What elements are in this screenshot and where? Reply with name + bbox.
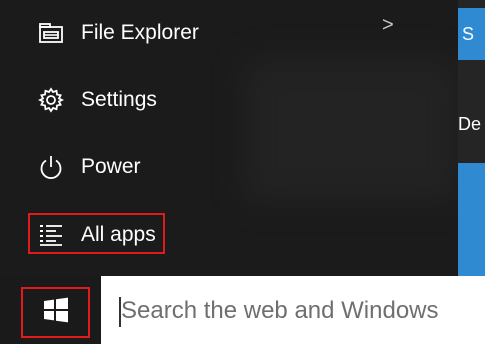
chevron-right-icon[interactable]: > [382, 14, 394, 37]
windows-logo-icon [43, 297, 69, 328]
menu-item-label: Power [81, 155, 141, 178]
menu-item-power[interactable]: Power [0, 142, 400, 192]
file-explorer-icon [36, 18, 66, 48]
menu-item-file-explorer[interactable]: File Explorer [0, 8, 400, 58]
tile-group-label: De [458, 114, 482, 134]
all-apps-list-icon [36, 220, 66, 250]
start-menu: File Explorer > Settings Power All apps [0, 0, 458, 276]
power-icon [36, 152, 66, 182]
gear-icon [36, 85, 66, 115]
start-button[interactable] [21, 287, 90, 338]
search-input[interactable] [121, 292, 485, 330]
screen: File Explorer > Settings Power All apps … [0, 0, 485, 344]
menu-item-label: File Explorer [81, 21, 199, 44]
taskbar [0, 276, 485, 344]
menu-item-settings[interactable]: Settings [0, 75, 400, 125]
start-button-area [0, 276, 101, 344]
app-tile[interactable] [458, 163, 485, 276]
menu-item-label: Settings [81, 88, 157, 111]
search-box[interactable] [101, 276, 485, 344]
menu-item-all-apps[interactable]: All apps [0, 210, 400, 260]
menu-item-label: All apps [81, 223, 156, 246]
app-tile[interactable]: S [458, 8, 485, 60]
tiles-panel: S De [458, 0, 485, 276]
